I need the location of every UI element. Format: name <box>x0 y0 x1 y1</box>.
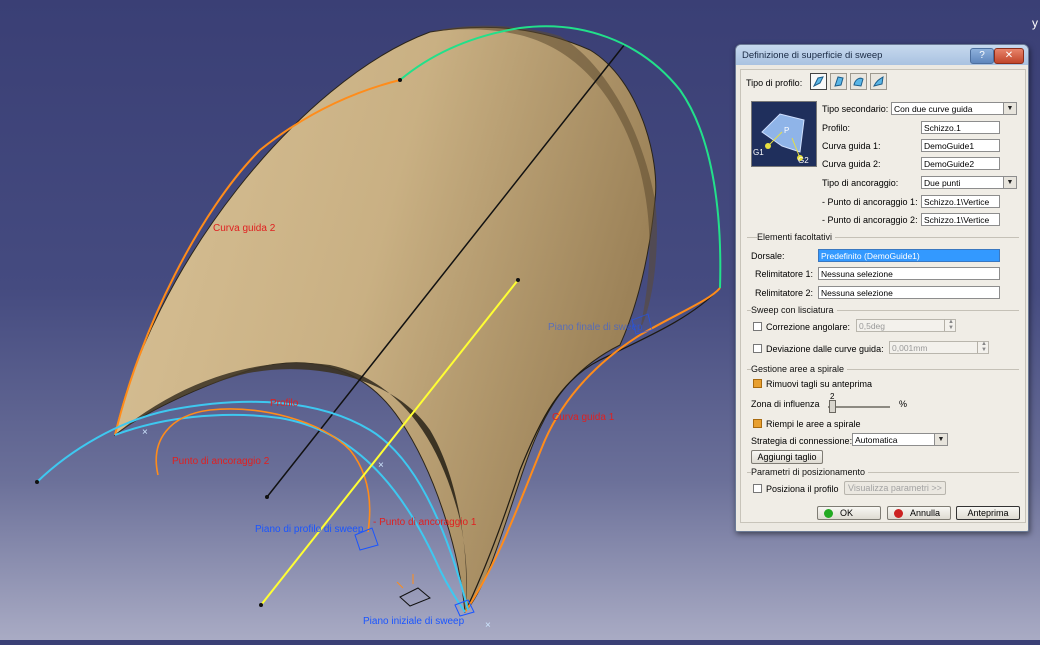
remove-cuts-checkbox[interactable] <box>753 379 762 388</box>
sweep-profile-plane-label: Piano di profilo di sweep <box>255 524 364 535</box>
angular-correction-label: Correzione angolare: <box>766 322 851 332</box>
cancel-label: Annulla <box>910 508 941 518</box>
ok-button[interactable]: OK <box>817 506 881 520</box>
fill-twist-label: Riempi le aree a spirale <box>766 419 861 429</box>
relimiter2-label: Relimitatore 2: <box>755 288 814 298</box>
deviation-value: 0,001mm <box>892 343 928 353</box>
ok-icon <box>824 509 833 518</box>
anchor2-input[interactable]: Schizzo.1\Vertice <box>921 213 1000 226</box>
connection-strategy-value: Automatica <box>855 435 898 445</box>
guide1-input[interactable]: DemoGuide1 <box>921 139 1000 152</box>
explicit-profile-icon[interactable] <box>810 73 827 90</box>
optional-elements-title: Elementi facoltativi <box>757 232 836 242</box>
influence-slider-thumb[interactable] <box>829 400 837 413</box>
fill-twist-checkbox[interactable] <box>753 419 762 428</box>
influence-slider-track[interactable] <box>828 406 890 408</box>
subtype-label: Tipo secondario: <box>822 104 889 114</box>
positioning-title: Parametri di posizionamento <box>751 467 869 477</box>
anchor-point-1-label: - Punto di ancoraggio 1 <box>373 517 477 528</box>
subtype-value: Con due curve guida <box>894 104 973 114</box>
profile-field-label: Profilo: <box>822 123 851 133</box>
cross-marker: × <box>485 620 491 631</box>
add-cut-button[interactable]: Aggiungi taglio <box>751 450 823 464</box>
subtype-select[interactable]: Con due curve guida ▼ <box>891 102 1017 115</box>
preview-g2-label: G2 <box>798 156 809 165</box>
anchor-point-2-label: Punto di ancoraggio 2 <box>172 456 270 467</box>
dialog-content: Tipo di profilo: G1 G2 P Tipo secondario… <box>740 69 1026 523</box>
sweep-surface-dialog[interactable]: Definizione di superficie di sweep ? ✕ T… <box>735 44 1029 532</box>
linear-profile-icon[interactable] <box>830 73 847 90</box>
angular-spinner[interactable]: ▲ ▼ <box>944 319 957 331</box>
plane-symbol[interactable] <box>399 587 431 607</box>
cyan-curve-outer[interactable] <box>36 400 469 611</box>
guide2-input[interactable]: DemoGuide2 <box>921 157 1000 170</box>
guide1-label: Curva guida 1: <box>822 141 881 151</box>
anchor-type-select[interactable]: Due punti ▼ <box>921 176 1017 189</box>
endpoint[interactable] <box>35 480 39 484</box>
profile-type-label: Tipo di profilo: <box>746 78 803 88</box>
influence-zone-label: Zona di influenza <box>751 399 820 409</box>
endpoint[interactable] <box>516 278 520 282</box>
cancel-icon <box>894 509 903 518</box>
guide-curve-2-label: Curva guida 2 <box>213 223 276 234</box>
connection-strategy-label: Strategia di connessione: <box>751 436 853 446</box>
preview-p-label: P <box>784 126 790 135</box>
relimiter1-label: Relimitatore 1: <box>755 269 814 279</box>
anchor-type-label: Tipo di ancoraggio: <box>822 178 899 188</box>
subtype-preview-image: G1 G2 P <box>751 101 817 167</box>
endpoint[interactable] <box>259 603 263 607</box>
position-profile-label: Posiziona il profilo <box>766 484 839 494</box>
profile-input[interactable]: Schizzo.1 <box>921 121 1000 134</box>
deviation-label: Deviazione dalle curve guida: <box>766 344 884 354</box>
spine-input[interactable]: Predefinito (DemoGuide1) <box>818 249 1000 262</box>
dialog-titlebar[interactable]: Definizione di superficie di sweep ? ✕ <box>736 45 1028 65</box>
spine-label: Dorsale: <box>751 251 785 261</box>
help-button[interactable]: ? <box>970 48 994 64</box>
deviation-checkbox[interactable] <box>753 344 762 353</box>
anchor-type-value: Due punti <box>924 178 961 188</box>
anchor1-input[interactable]: Schizzo.1\Vertice <box>921 195 1000 208</box>
angular-correction-value: 0,5deg <box>859 321 885 331</box>
deviation-spinner[interactable]: ▲ ▼ <box>977 341 990 353</box>
smooth-sweep-title: Sweep con lisciatura <box>751 305 837 315</box>
endpoint[interactable] <box>398 78 402 82</box>
deviation-input[interactable]: 0,001mm <box>889 341 989 354</box>
axis-tick <box>396 581 404 589</box>
profile-curve[interactable] <box>155 408 371 533</box>
initial-sweep-plane-label: Piano iniziale di sweep <box>363 616 465 627</box>
cross-marker: × <box>142 427 148 438</box>
guide-curve-1-label: Curva guida 1 <box>552 412 615 423</box>
connection-strategy-select[interactable]: Automatica ▼ <box>852 433 948 446</box>
profile-label: Profilo <box>270 398 299 409</box>
influence-unit-label: % <box>899 399 908 409</box>
show-parameters-button[interactable]: Visualizza parametri >> <box>844 481 946 495</box>
angular-correction-checkbox[interactable] <box>753 322 762 331</box>
anchor1-label: - Punto di ancoraggio 1: <box>822 197 918 207</box>
ok-label: OK <box>840 508 854 518</box>
endpoint[interactable] <box>265 495 269 499</box>
close-button[interactable]: ✕ <box>994 48 1024 64</box>
angular-correction-input[interactable]: 0,5deg <box>856 319 956 332</box>
compass-axis-label: y <box>1032 16 1038 30</box>
dialog-title: Definizione di superficie di sweep <box>742 50 883 61</box>
guide2-label: Curva guida 2: <box>822 159 881 169</box>
position-profile-checkbox[interactable] <box>753 484 762 493</box>
relimiter1-input[interactable]: Nessuna selezione <box>818 267 1000 280</box>
cancel-button[interactable]: Annulla <box>887 506 951 520</box>
preview-button[interactable]: Anteprima <box>956 506 1020 520</box>
chevron-down-icon[interactable]: ▼ <box>1003 177 1016 188</box>
chevron-down-icon[interactable]: ▼ <box>934 434 947 445</box>
chevron-down-icon[interactable]: ▼ <box>1003 103 1016 114</box>
cross-marker: × <box>378 460 384 471</box>
final-sweep-plane-label: Piano finale di sweep <box>548 322 643 333</box>
twist-areas-title: Gestione aree a spirale <box>751 364 848 374</box>
remove-cuts-label: Rimuovi tagli su anteprima <box>766 379 873 389</box>
conic-profile-icon[interactable] <box>870 73 887 90</box>
circle-profile-icon[interactable] <box>850 73 867 90</box>
relimiter2-input[interactable]: Nessuna selezione <box>818 286 1000 299</box>
anchor2-label: - Punto di ancoraggio 2: <box>822 215 918 225</box>
preview-g1-label: G1 <box>753 148 764 157</box>
